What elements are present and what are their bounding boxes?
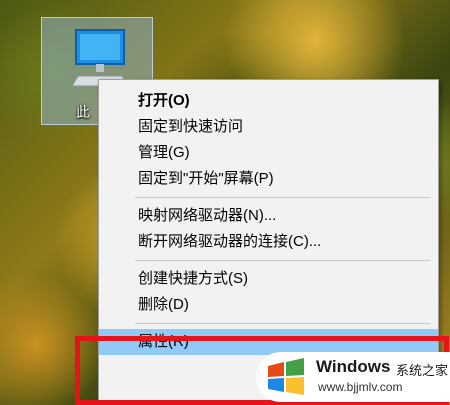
menu-item[interactable]: 固定到快速访问: [99, 114, 438, 140]
watermark-suffix: 系统之家: [396, 363, 449, 378]
menu-item[interactable]: 打开(O): [99, 88, 438, 114]
menu-item[interactable]: 删除(D): [99, 292, 438, 318]
watermark: Windows 系统之家 www.bjjmlv.com: [256, 352, 450, 402]
desktop-icon-label: 此: [76, 105, 90, 121]
menu-item[interactable]: 创建快捷方式(S): [99, 266, 438, 292]
menu-separator: [135, 323, 430, 324]
menu-item[interactable]: 管理(G): [99, 140, 438, 166]
menu-separator: [135, 197, 430, 198]
menu-item[interactable]: 映射网络驱动器(N)...: [99, 203, 438, 229]
watermark-brand: Windows: [316, 357, 391, 376]
watermark-url: www.bjjmlv.com: [318, 380, 403, 394]
menu-separator: [135, 260, 430, 261]
menu-item[interactable]: 固定到"开始"屏幕(P): [99, 166, 438, 192]
windows-logo-icon: [268, 358, 304, 395]
menu-item[interactable]: 断开网络驱动器的连接(C)...: [99, 229, 438, 255]
